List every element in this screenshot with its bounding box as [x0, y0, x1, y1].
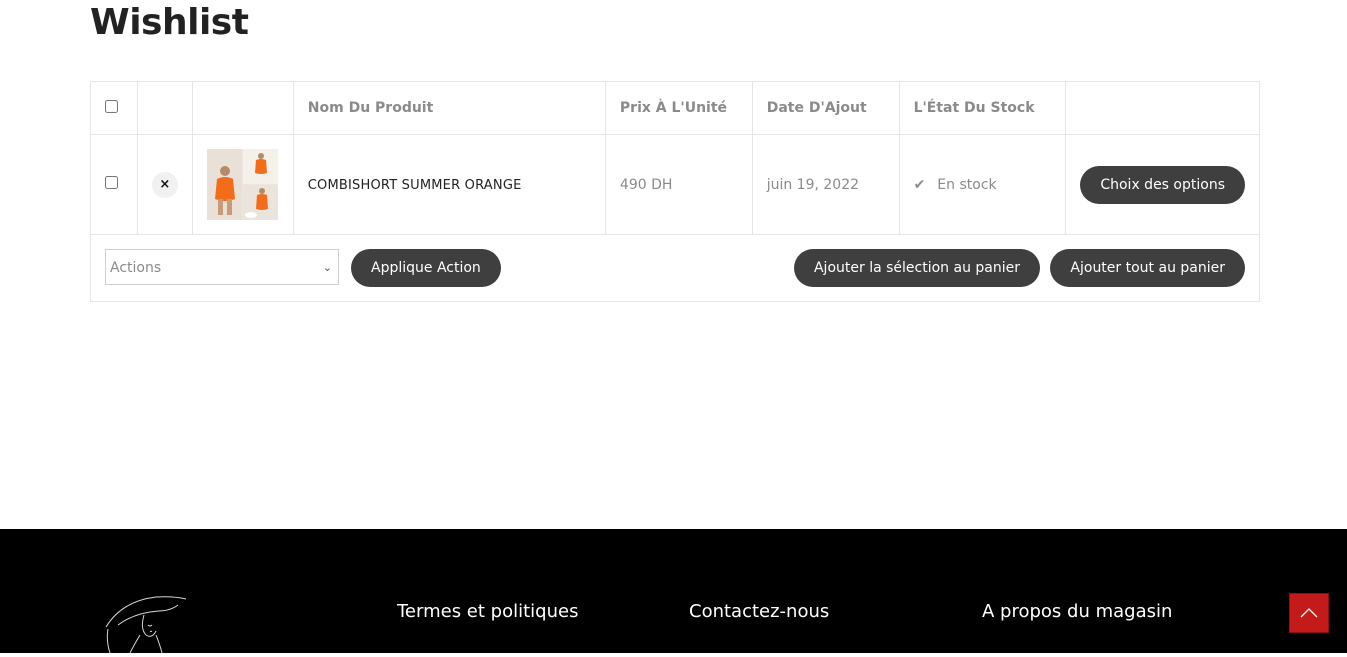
chevron-down-icon: ⌄ — [322, 261, 332, 274]
table-actions-cell: Actions ⌄ Applique Action Ajouter la sél… — [90, 234, 1260, 302]
row-select-cell — [90, 134, 138, 235]
row-remove-cell: × — [136, 134, 193, 235]
choose-options-button[interactable]: Choix des options — [1080, 165, 1245, 204]
product-thumbnail[interactable] — [206, 149, 278, 220]
row-select-checkbox[interactable] — [105, 176, 118, 189]
actions-select[interactable]: Actions ⌄ — [105, 249, 339, 285]
page-title: Wishlist — [90, 2, 249, 43]
table-actions-row: Actions ⌄ Applique Action Ajouter la sél… — [90, 234, 1260, 302]
row-price: 490 DH — [604, 134, 753, 235]
check-icon: ✔ — [913, 176, 926, 193]
header-date-added: Date D'Ajout — [751, 81, 900, 135]
header-unit-price: Prix À L'Unité — [604, 81, 753, 135]
wishlist-table: Nom Du Produit Prix À L'Unité Date D'Ajo… — [90, 81, 1260, 302]
footer-heading-terms: Termes et politiques — [397, 601, 579, 622]
chevron-up-icon — [1300, 608, 1318, 618]
header-thumbnail-cell — [191, 81, 294, 135]
row-stock-cell: ✔ En stock — [898, 134, 1067, 235]
select-all-checkbox[interactable] — [105, 99, 118, 113]
scroll-to-top-button[interactable] — [1289, 593, 1329, 633]
header-action-cell — [1065, 81, 1260, 135]
row-product-name-cell: COMBISHORT SUMMER ORANGE — [292, 134, 606, 235]
stock-status: En stock — [937, 176, 997, 193]
woman-hat-logo-icon — [105, 596, 187, 654]
footer-heading-contact: Contactez-nous — [689, 601, 830, 622]
actions-select-value: Actions — [110, 260, 162, 276]
add-all-to-cart-button[interactable]: Ajouter tout au panier — [1050, 249, 1245, 287]
header-product-name: Nom Du Produit — [292, 81, 606, 135]
header-remove-cell — [136, 81, 193, 135]
product-image — [206, 149, 278, 220]
header-select-cell — [90, 81, 138, 135]
site-footer: Termes et politiques Contactez-nous A pr… — [0, 529, 1347, 654]
add-selection-to-cart-button[interactable]: Ajouter la sélection au panier — [793, 249, 1040, 287]
header-stock-status: L'État Du Stock — [898, 81, 1067, 135]
store-logo[interactable] — [104, 595, 188, 657]
row-date-added: juin 19, 2022 — [751, 134, 900, 235]
table-row: × COMBISHORT SUMMER ORANGE 490 DH juin 1… — [90, 134, 1260, 235]
row-action-cell: Choix des options — [1065, 134, 1260, 235]
footer-heading-about: A propos du magasin — [982, 601, 1173, 622]
product-name-link[interactable]: COMBISHORT SUMMER ORANGE — [308, 178, 522, 193]
apply-action-button[interactable]: Applique Action — [351, 249, 501, 287]
row-thumbnail-cell — [191, 134, 294, 235]
table-header-row: Nom Du Produit Prix À L'Unité Date D'Ajo… — [90, 81, 1260, 135]
close-icon[interactable]: × — [151, 171, 178, 198]
